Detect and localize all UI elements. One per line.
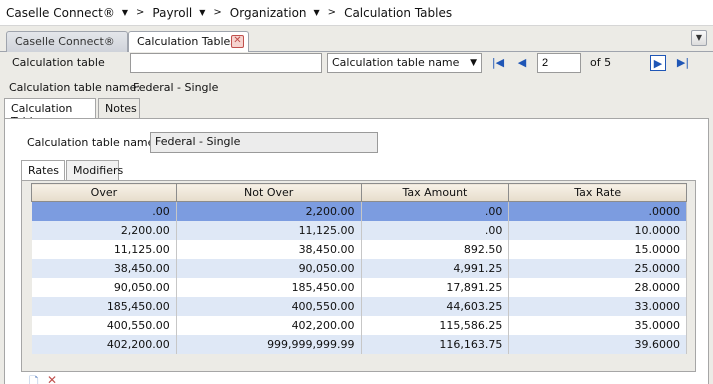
table-cell[interactable]: 115,586.25 (361, 315, 510, 335)
tab-list-menu-button[interactable]: ▼ (691, 30, 707, 46)
chevron-down-icon[interactable]: ▼ (199, 8, 205, 17)
table-row[interactable]: 400,550.00 402,200.00 115,586.25 35.0000 (31, 315, 687, 335)
name-field[interactable]: Federal - Single (150, 132, 378, 153)
grid-header-row: Over Not Over Tax Amount Tax Rate (31, 183, 687, 202)
breadcrumb-item[interactable]: Organization ▼ (230, 6, 320, 20)
calc-table-search-input[interactable] (130, 53, 322, 73)
page-number-input[interactable] (537, 53, 581, 73)
rates-grid: Over Not Over Tax Amount Tax Rate .00 2,2… (31, 183, 687, 354)
table-cell[interactable]: 11,125.00 (176, 220, 362, 240)
next-record-icon[interactable]: ▶ (650, 55, 666, 71)
page-count: of 5 (590, 56, 612, 69)
calc-table-label: Calculation table (12, 56, 105, 69)
table-cell[interactable]: 90,050.00 (31, 277, 177, 297)
table-cell[interactable]: .0000 (508, 201, 687, 221)
breadcrumb-label: Organization (229, 5, 307, 20)
column-header-tax-rate[interactable]: Tax Rate (508, 183, 687, 202)
table-cell[interactable]: 185,450.00 (31, 296, 177, 316)
table-cell[interactable]: 38,450.00 (31, 258, 177, 278)
tab-label: Caselle Connect® (15, 35, 115, 48)
table-cell[interactable]: 17,891.25 (361, 277, 510, 297)
column-header-tax-amount[interactable]: Tax Amount (360, 183, 510, 202)
table-cell[interactable]: 185,450.00 (176, 277, 362, 297)
table-cell[interactable]: 39.6000 (508, 334, 687, 354)
table-row[interactable]: 2,200.00 11,125.00.00 10.0000 (31, 220, 687, 240)
table-cell[interactable]: 2,200.00 (176, 201, 362, 221)
breadcrumb-separator: > (327, 7, 337, 18)
document-tab-strip: Caselle Connect® Calculation Tables ✕ ▼ (0, 26, 713, 53)
breadcrumb-label: Caselle Connect® (6, 5, 115, 20)
chevron-down-icon[interactable]: ▼ (122, 8, 128, 17)
tab-label: Rates (28, 164, 59, 177)
table-row[interactable]: 90,050.00 185,450.00 17,891.25 28.0000 (31, 277, 687, 297)
table-cell[interactable]: 892.50 (361, 239, 510, 259)
table-cell[interactable]: 999,999,999.99 (176, 334, 362, 354)
table-cell[interactable]: 402,200.00 (31, 334, 177, 354)
breadcrumb-item[interactable]: Calculation Tables (344, 6, 452, 20)
breadcrumb-separator: > (136, 7, 145, 18)
breadcrumb-item[interactable]: Caselle Connect® ▼ (6, 6, 128, 20)
table-row[interactable]: 185,450.00 400,550.00 44,603.25 33.0000 (31, 296, 687, 316)
table-row[interactable]: 38,450.00 90,050.00 4,991.25 25.0000 (31, 258, 687, 278)
table-row[interactable]: 11,125.00 38,450.00 892.50 15.0000 (31, 239, 687, 259)
header-name-label: Calculation table name: (9, 81, 141, 94)
table-cell[interactable]: 400,550.00 (31, 315, 177, 335)
first-record-icon[interactable]: |◀ (490, 55, 506, 71)
table-cell[interactable]: 2,200.00 (31, 220, 177, 240)
table-cell[interactable]: 400,550.00 (176, 296, 362, 316)
table-cell[interactable]: 44,603.25 (361, 296, 510, 316)
table-cell[interactable]: 38,450.00 (176, 239, 362, 259)
tab-label: Notes (105, 102, 137, 115)
form-area: Calculation table Calculation table name… (0, 52, 713, 384)
breadcrumb: Caselle Connect® ▼ > Payroll ▼ > Organization ▼… (0, 0, 713, 26)
tab-calculation-table[interactable]: Calculation Table (4, 98, 96, 128)
header-name-value: Federal - Single (133, 81, 219, 94)
table-cell[interactable]: 15.0000 (508, 239, 687, 259)
table-cell[interactable]: 11,125.00 (31, 239, 177, 259)
table-cell[interactable]: 10.0000 (508, 220, 687, 240)
table-row[interactable]: 402,200.00 999,999,999.99 116,163.75 39.600… (31, 334, 687, 354)
sort-order-value: Calculation table name (332, 56, 460, 69)
last-record-icon[interactable]: ▶| (675, 55, 691, 71)
column-header-over[interactable]: Over (31, 183, 177, 202)
breadcrumb-label: Payroll (152, 5, 193, 20)
table-cell[interactable]: 33.0000 (508, 296, 687, 316)
rates-grid-container: Over Not Over Tax Amount Tax Rate .00 2,2… (21, 180, 696, 372)
table-cell[interactable]: 25.0000 (508, 258, 687, 278)
table-cell[interactable]: 4,991.25 (361, 258, 510, 278)
table-cell[interactable]: 402,200.00 (176, 315, 362, 335)
table-cell[interactable]: 90,050.00 (176, 258, 362, 278)
table-cell[interactable]: .00 (31, 201, 177, 221)
table-row[interactable]: .00 2,200.00.00.0000 (31, 201, 687, 221)
tab-label: Modifiers (73, 164, 124, 177)
table-cell[interactable]: 35.0000 (508, 315, 687, 335)
table-cell[interactable]: 116,163.75 (361, 334, 510, 354)
tab-calculation-tables[interactable]: Calculation Tables ✕ (128, 31, 249, 53)
tab-caselle-connect[interactable]: Caselle Connect® (6, 31, 128, 52)
tab-label: Calculation Tables (137, 35, 237, 48)
chevron-down-icon[interactable]: ▼ (314, 8, 320, 17)
chevron-down-icon: ▼ (470, 58, 477, 68)
lookup-toolbar: Calculation table Calculation table name… (0, 52, 713, 74)
breadcrumb-item[interactable]: Payroll ▼ (152, 6, 205, 20)
new-row-icon[interactable]: 🗋 (29, 373, 39, 384)
sort-order-select[interactable]: Calculation table name ▼ (327, 53, 482, 73)
calculation-table-panel: Calculation table name: Federal - Single… (4, 118, 709, 384)
tab-modifiers[interactable]: Modifiers (66, 160, 123, 180)
table-cell[interactable]: .00 (361, 220, 510, 240)
tab-notes[interactable]: Notes (98, 98, 140, 118)
breadcrumb-separator: > (213, 7, 222, 18)
close-icon[interactable]: ✕ (231, 35, 244, 48)
breadcrumb-label: Calculation Tables (344, 5, 453, 20)
table-cell[interactable]: 28.0000 (508, 277, 687, 297)
table-cell[interactable]: .00 (361, 201, 510, 221)
delete-row-icon[interactable]: ✕ (47, 373, 57, 384)
previous-record-icon[interactable]: ◀ (514, 55, 530, 71)
tab-rates[interactable]: Rates (21, 160, 65, 181)
column-header-not-over[interactable]: Not Over (175, 183, 362, 202)
name-field-label: Calculation table name: (27, 136, 159, 149)
